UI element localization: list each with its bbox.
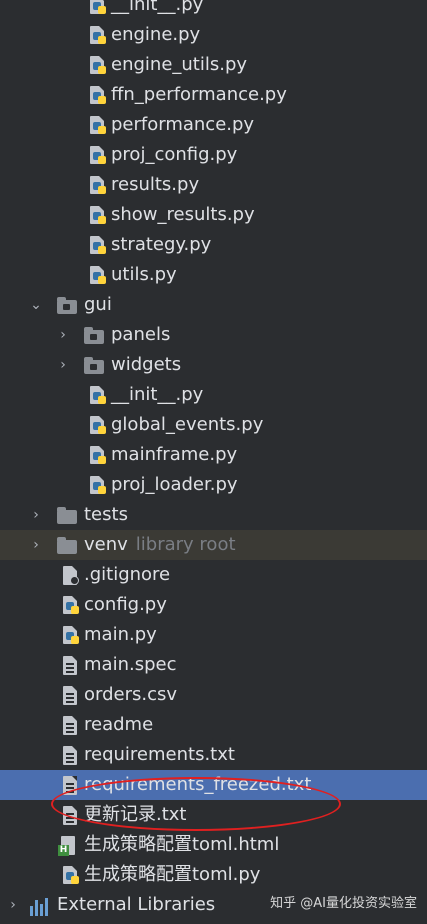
python-file-icon: [88, 0, 108, 16]
tree-folder-panels[interactable]: › panels: [0, 320, 427, 350]
file-label: main.spec: [84, 654, 177, 675]
tree-file-main-spec[interactable]: main.spec: [0, 650, 427, 680]
tree-folder-widgets[interactable]: › widgets: [0, 350, 427, 380]
python-file-icon: [88, 266, 108, 286]
tree-file-mainframe[interactable]: mainframe.py: [0, 440, 427, 470]
tree-file-readme[interactable]: readme: [0, 710, 427, 740]
python-file-icon: [88, 86, 108, 106]
file-label: requirements.txt: [84, 744, 235, 765]
chevron-right-icon[interactable]: ›: [55, 320, 71, 350]
watermark: 知乎 @AI量化投资实验室: [270, 896, 417, 911]
python-file-icon: [88, 386, 108, 406]
tree-file-gen-config-py[interactable]: 生成策略配置toml.py: [0, 860, 427, 890]
file-label: orders.csv: [84, 684, 178, 705]
tree-file-utils[interactable]: utils.py: [0, 260, 427, 290]
file-label: performance.py: [111, 114, 255, 135]
text-file-icon: [60, 686, 80, 706]
python-file-icon: [88, 26, 108, 46]
tree-folder-tests[interactable]: › tests: [0, 500, 427, 530]
tree-file-requirements[interactable]: requirements.txt: [0, 740, 427, 770]
tree-file-engine[interactable]: engine.py: [0, 20, 427, 50]
folder-label: tests: [84, 504, 128, 525]
tree-file-engine-init[interactable]: __init__.py: [0, 0, 427, 20]
package-folder-icon: [57, 296, 77, 316]
tree-folder-venv[interactable]: › venv library root: [0, 530, 427, 560]
python-file-icon: [88, 176, 108, 196]
tree-file-gui-init[interactable]: __init__.py: [0, 380, 427, 410]
text-file-icon: [60, 716, 80, 736]
file-label: proj_config.py: [111, 144, 238, 165]
text-file-icon: [60, 746, 80, 766]
file-label: utils.py: [111, 264, 177, 285]
folder-label: venv library root: [84, 530, 236, 560]
file-label: proj_loader.py: [111, 474, 238, 495]
file-label: mainframe.py: [111, 444, 238, 465]
tree-file-proj-config[interactable]: proj_config.py: [0, 140, 427, 170]
tree-file-results[interactable]: results.py: [0, 170, 427, 200]
gitignore-file-icon: [60, 566, 80, 586]
file-label: engine.py: [111, 24, 201, 45]
tree-file-gitignore[interactable]: .gitignore: [0, 560, 427, 590]
folder-label: panels: [111, 324, 171, 345]
red-annotation-ellipse: [51, 777, 341, 831]
folder-icon: [57, 506, 77, 526]
folder-icon: [57, 536, 77, 556]
python-file-icon: [88, 146, 108, 166]
file-label: 生成策略配置toml.html: [84, 834, 280, 855]
tree-file-proj-loader[interactable]: proj_loader.py: [0, 470, 427, 500]
html-file-icon: H: [58, 836, 78, 856]
external-libraries-label: External Libraries: [57, 894, 216, 915]
python-file-icon: [88, 56, 108, 76]
file-label: main.py: [84, 624, 157, 645]
tree-file-strategy[interactable]: strategy.py: [0, 230, 427, 260]
package-folder-icon: [84, 356, 104, 376]
tree-file-show-results[interactable]: show_results.py: [0, 200, 427, 230]
python-file-icon: [61, 626, 81, 646]
file-label: show_results.py: [111, 204, 255, 225]
file-label: .gitignore: [84, 564, 171, 585]
file-label: results.py: [111, 174, 200, 195]
chevron-right-icon[interactable]: ›: [28, 530, 44, 560]
tree-file-global-events[interactable]: global_events.py: [0, 410, 427, 440]
file-label: engine_utils.py: [111, 54, 248, 75]
python-file-icon: [88, 476, 108, 496]
tree-file-gen-config-html[interactable]: H 生成策略配置toml.html: [0, 830, 427, 860]
python-file-icon: [61, 866, 81, 886]
file-label: __init__.py: [111, 0, 204, 15]
python-file-icon: [88, 206, 108, 226]
python-file-icon: [88, 236, 108, 256]
file-label: ffn_performance.py: [111, 84, 287, 105]
file-label: global_events.py: [111, 414, 264, 435]
tree-file-engine-utils[interactable]: engine_utils.py: [0, 50, 427, 80]
file-label: __init__.py: [111, 384, 204, 405]
chevron-right-icon[interactable]: ›: [28, 500, 44, 530]
file-label: readme: [84, 714, 154, 735]
file-label: 生成策略配置toml.py: [84, 864, 261, 885]
venv-name: venv: [84, 534, 128, 555]
chevron-right-icon[interactable]: ›: [55, 350, 71, 380]
folder-label: gui: [84, 294, 112, 315]
python-file-icon: [88, 416, 108, 436]
tree-file-config[interactable]: config.py: [0, 590, 427, 620]
tree-folder-gui[interactable]: ⌄ gui: [0, 290, 427, 320]
python-file-icon: [61, 596, 81, 616]
folder-label: widgets: [111, 354, 182, 375]
package-folder-icon: [84, 326, 104, 346]
text-file-icon: [60, 656, 80, 676]
file-label: config.py: [84, 594, 167, 615]
tree-file-main[interactable]: main.py: [0, 620, 427, 650]
file-label: strategy.py: [111, 234, 212, 255]
tree-file-ffn-performance[interactable]: ffn_performance.py: [0, 80, 427, 110]
python-file-icon: [88, 446, 108, 466]
tree-file-performance[interactable]: performance.py: [0, 110, 427, 140]
tree-file-orders-csv[interactable]: orders.csv: [0, 680, 427, 710]
chevron-right-icon[interactable]: ›: [5, 890, 21, 920]
library-icon: [30, 896, 50, 916]
python-file-icon: [88, 116, 108, 136]
library-root-hint: library root: [135, 534, 236, 555]
chevron-down-icon[interactable]: ⌄: [28, 290, 44, 320]
